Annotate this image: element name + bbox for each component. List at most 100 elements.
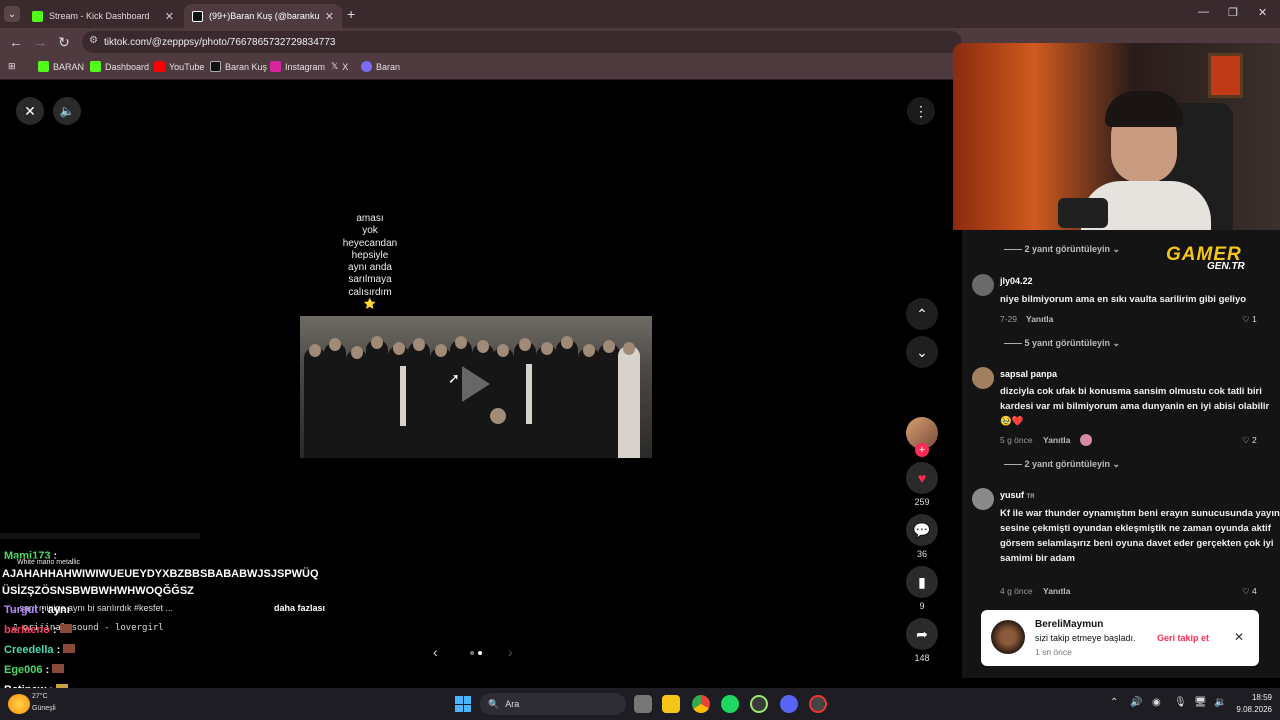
taskbar: 27°C Güneşli 🔍 Ara ⌃ 🔊 ◉ 🎙 🖥 🔉 18:59 9.08… <box>0 688 1280 720</box>
comment-like[interactable]: ♡ 1 <box>1242 314 1257 325</box>
next-video-button[interactable]: ⌄ <box>906 336 938 368</box>
comment-icon[interactable]: 💬 <box>906 514 938 546</box>
url-field[interactable]: ⚙ tiktok.com/@zepppsy/photo/766786573272… <box>82 31 962 53</box>
chrome-icon[interactable] <box>692 695 710 713</box>
comment-count: 36 <box>916 549 927 559</box>
spotify-icon[interactable] <box>721 695 739 713</box>
file-explorer-icon[interactable] <box>662 695 680 713</box>
bookmark-instagram[interactable]: Instagram <box>270 61 325 72</box>
reply-button[interactable]: Yanıtla <box>1043 435 1070 445</box>
kick-icon <box>38 61 49 72</box>
minimize-button[interactable]: — <box>1198 6 1209 18</box>
avatar[interactable] <box>991 620 1025 654</box>
bookmark-baran-2[interactable]: Baran <box>361 61 400 72</box>
chat-overflow-line <box>0 533 200 539</box>
follow-plus-icon[interactable]: + <box>915 443 929 457</box>
forward-button[interactable]: → <box>30 34 50 50</box>
microphone <box>1058 198 1108 228</box>
apps-icon[interactable]: ⊞ <box>8 61 16 72</box>
carousel-next-icon[interactable]: › <box>508 644 513 660</box>
like-count: 259 <box>914 497 930 507</box>
tab-kick-dashboard[interactable]: Stream - Kick Dashboard ✕ <box>24 4 182 28</box>
comment-author[interactable]: jly04.22 <box>1000 276 1033 286</box>
weather-icon[interactable] <box>8 694 30 714</box>
watermark-logo-sub: GEN.TR <box>1207 261 1245 272</box>
bookmark-baran[interactable]: BARAN <box>38 61 84 72</box>
avatar[interactable] <box>972 367 994 389</box>
notification-time: 1 sn önce <box>1035 647 1072 657</box>
previous-video-button[interactable]: ⌃ <box>906 298 938 330</box>
app-icon[interactable] <box>750 695 768 713</box>
youtube-icon <box>154 61 165 72</box>
share-icon[interactable]: ➦ <box>906 618 938 650</box>
weather-temp: 27°C <box>32 693 48 700</box>
reload-button[interactable]: ↻ <box>54 34 74 51</box>
speaker-icon[interactable]: 🔊 <box>1130 697 1142 708</box>
avatar[interactable] <box>972 488 994 510</box>
x-icon: 𝕏 <box>331 61 339 71</box>
volume-button[interactable]: 🔈 <box>53 97 81 125</box>
view-replies-link[interactable]: —— 5 yanıt görüntüleyin ⌄ <box>1004 338 1120 349</box>
kick-icon <box>90 61 101 72</box>
task-view-icon[interactable] <box>634 695 652 713</box>
comment-text: Kf ile war thunder oynamıştım beni erayı… <box>1000 508 1280 564</box>
carousel-dot[interactable] <box>470 651 474 655</box>
start-icon[interactable] <box>455 696 471 712</box>
new-tab-button[interactable]: + <box>347 6 355 22</box>
bookmark-dashboard[interactable]: Dashboard <box>90 61 149 72</box>
bookmark-icon[interactable]: ▮ <box>906 566 938 598</box>
tiktok-icon <box>210 61 221 72</box>
tab-search-button[interactable]: ⌄ <box>4 6 20 22</box>
view-replies-link[interactable]: —— 2 yanıt görüntüleyin ⌄ <box>1004 244 1120 255</box>
avatar[interactable] <box>972 274 994 296</box>
chat-badge: White mario metallic <box>14 558 84 567</box>
mic-icon[interactable]: 🎙 <box>1174 697 1187 708</box>
emote-icon <box>59 624 72 633</box>
mouse-cursor: ➚ <box>448 370 460 386</box>
chat-line: Ege006 : <box>4 664 65 676</box>
play-icon[interactable] <box>462 366 490 402</box>
tab-tiktok[interactable]: (99+)Baran Kuş (@barankusss) ✕ <box>184 4 342 28</box>
comment-author[interactable]: yusuf TR <box>1000 490 1035 500</box>
tray-chevron-icon[interactable]: ⌃ <box>1110 697 1118 708</box>
discord-tray-icon[interactable]: ◉ <box>1152 697 1161 708</box>
comment-date: 5 g önce <box>1000 435 1033 445</box>
like-heart-icon[interactable]: ♥ <box>906 462 938 494</box>
comment-like[interactable]: ♡ 4 <box>1242 586 1257 597</box>
chat-line: barlaeno : <box>4 624 72 636</box>
maximize-button[interactable]: ❐ <box>1228 6 1238 19</box>
close-icon[interactable]: ✕ <box>1234 630 1244 644</box>
view-replies-link[interactable]: —— 2 yanıt görüntüleyin ⌄ <box>1004 459 1120 470</box>
url-text: tiktok.com/@zepppsy/photo/76678657327298… <box>104 36 336 48</box>
carousel-dot-active[interactable] <box>478 651 482 655</box>
comment-text: dizciyla cok ufak bi konusma sansim olmu… <box>1000 386 1270 427</box>
close-viewer-button[interactable]: ✕ <box>16 97 44 125</box>
notification-user[interactable]: BereliMaymun <box>1035 619 1103 630</box>
volume-icon[interactable]: 🔉 <box>1214 697 1226 708</box>
taskbar-search[interactable]: 🔍 Ara <box>480 693 626 715</box>
window-close-button[interactable]: ✕ <box>1258 6 1267 19</box>
more-options-button[interactable]: ⋮ <box>907 97 935 125</box>
clock-time[interactable]: 18:59 <box>1236 693 1272 702</box>
close-icon[interactable]: ✕ <box>165 10 174 23</box>
follow-back-button[interactable]: Geri takip et <box>1157 633 1209 643</box>
tab-label: Stream - Kick Dashboard <box>49 11 150 21</box>
follow-notification: BereliMaymun sizi takip etmeye başladı. … <box>981 610 1259 666</box>
reply-button[interactable]: Yanıtla <box>1043 586 1070 596</box>
close-icon[interactable]: ✕ <box>325 10 334 23</box>
bookmark-baran-kus[interactable]: Baran Kuş <box>210 61 267 72</box>
app-icon[interactable] <box>809 695 827 713</box>
site-info-icon[interactable]: ⚙ <box>89 35 98 46</box>
more-link[interactable]: daha fazlası <box>274 603 325 613</box>
clock-date[interactable]: 9.08.2026 <box>1228 705 1272 714</box>
network-icon[interactable]: 🖥 <box>1194 697 1207 708</box>
carousel-prev-icon[interactable]: ‹ <box>433 644 438 660</box>
comment-author[interactable]: sapsal panpa <box>1000 369 1057 379</box>
chat-line: ÜSİZŞZÖSNSBWBWHWHWOQĞĞSZ <box>2 585 194 597</box>
bookmark-youtube[interactable]: YouTube <box>154 61 204 72</box>
discord-icon[interactable] <box>780 695 798 713</box>
comment-like[interactable]: ♡ 2 <box>1242 435 1257 446</box>
reply-button[interactable]: Yanıtla <box>1026 314 1053 324</box>
back-button[interactable]: ← <box>6 34 26 50</box>
bookmark-x[interactable]: 𝕏X <box>331 61 348 72</box>
